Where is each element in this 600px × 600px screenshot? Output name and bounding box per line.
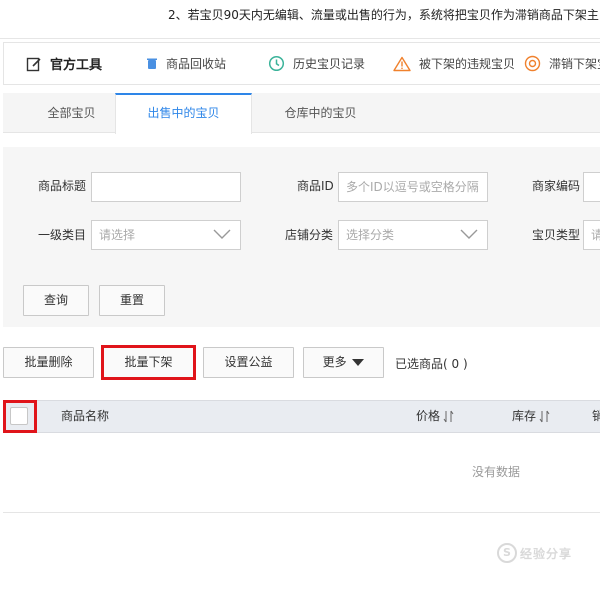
- watermark: S 经验分享: [497, 543, 572, 563]
- caret-down-icon: [352, 358, 365, 366]
- product-title-label: 商品标题: [38, 179, 87, 193]
- warning-icon: [393, 56, 411, 71]
- violation-items-link[interactable]: 被下架的违规宝贝: [393, 43, 515, 84]
- column-price[interactable]: 价格: [416, 401, 454, 432]
- slow-sale-icon: [524, 55, 541, 72]
- violation-items-label: 被下架的违规宝贝: [419, 57, 516, 71]
- shop-category-select-value: 选择分类: [346, 228, 395, 242]
- column-price-label: 价格: [416, 409, 441, 423]
- column-stock[interactable]: 库存: [512, 401, 550, 432]
- select-all-checkbox[interactable]: [10, 407, 28, 425]
- batch-delist-button[interactable]: 批量下架: [103, 347, 194, 378]
- official-tools-label: 官方工具: [26, 43, 102, 84]
- chevron-down-icon: [213, 229, 231, 239]
- divider: [3, 512, 600, 513]
- watermark-text: 经验分享: [520, 546, 573, 561]
- empty-state-text: 没有数据: [472, 465, 521, 479]
- notice-bar: 2、若宝贝90天内无编辑、流量或出售的行为，系统将把宝贝作为滞销商品下架主: [0, 0, 600, 39]
- batch-delete-button[interactable]: 批量删除: [3, 347, 94, 378]
- more-button-label: 更多: [322, 355, 347, 369]
- query-button[interactable]: 查询: [23, 285, 89, 316]
- sort-icon: [539, 410, 550, 423]
- history-icon: [268, 55, 285, 72]
- set-charity-button[interactable]: 设置公益: [203, 347, 294, 378]
- item-type-label: 宝贝类型: [532, 228, 581, 242]
- product-id-input[interactable]: 多个ID以逗号或空格分隔: [338, 172, 488, 202]
- sort-icon: [443, 410, 454, 423]
- trash-icon: [147, 58, 157, 69]
- category-select-value: 请选择: [99, 228, 136, 242]
- merchant-code-input[interactable]: [583, 172, 600, 202]
- notice-text: 2、若宝贝90天内无编辑、流量或出售的行为，系统将把宝贝作为滞销商品下架主: [168, 8, 599, 22]
- filter-panel: 商品标题 商品ID 多个ID以逗号或空格分隔 商家编码 一级类目 请选择 店铺分…: [3, 147, 600, 327]
- recycle-bin-label: 商品回收站: [166, 57, 227, 71]
- category-label: 一级类目: [38, 228, 87, 242]
- product-id-label: 商品ID: [297, 179, 334, 193]
- shop-category-label: 店铺分类: [285, 228, 334, 242]
- shop-category-select[interactable]: 选择分类: [338, 220, 488, 250]
- column-stock-label: 库存: [512, 409, 537, 423]
- chevron-down-icon: [460, 229, 478, 239]
- edit-icon: [26, 57, 41, 71]
- slow-sale-items-label: 滞销下架宝: [549, 57, 600, 71]
- selected-count: 已选商品( 0 ): [395, 357, 468, 371]
- tab-warehouse-items[interactable]: 仓库中的宝贝: [252, 93, 389, 133]
- watermark-logo-icon: S: [497, 543, 517, 563]
- product-title-input[interactable]: [91, 172, 241, 202]
- tab-on-sale-items[interactable]: 出售中的宝贝: [115, 93, 252, 134]
- history-items-label: 历史宝贝记录: [293, 57, 366, 71]
- official-tools-bar: 官方工具 商品回收站 历史宝贝记录 被下架的违规宝贝 滞销下架宝: [3, 42, 600, 85]
- item-tabs: 全部宝贝 出售中的宝贝 仓库中的宝贝: [3, 93, 600, 134]
- recycle-bin-link[interactable]: 商品回收站: [146, 43, 226, 84]
- more-button[interactable]: 更多: [303, 347, 384, 378]
- slow-sale-items-link[interactable]: 滞销下架宝: [524, 43, 600, 84]
- history-items-link[interactable]: 历史宝贝记录: [268, 43, 365, 84]
- column-sales: 销: [592, 409, 600, 423]
- item-type-select[interactable]: 请: [583, 220, 600, 250]
- reset-button[interactable]: 重置: [99, 285, 165, 316]
- merchant-code-label: 商家编码: [532, 179, 581, 193]
- column-product-name: 商品名称: [61, 409, 110, 423]
- table-header: 商品名称 价格 库存 销: [3, 400, 600, 433]
- category-select[interactable]: 请选择: [91, 220, 241, 250]
